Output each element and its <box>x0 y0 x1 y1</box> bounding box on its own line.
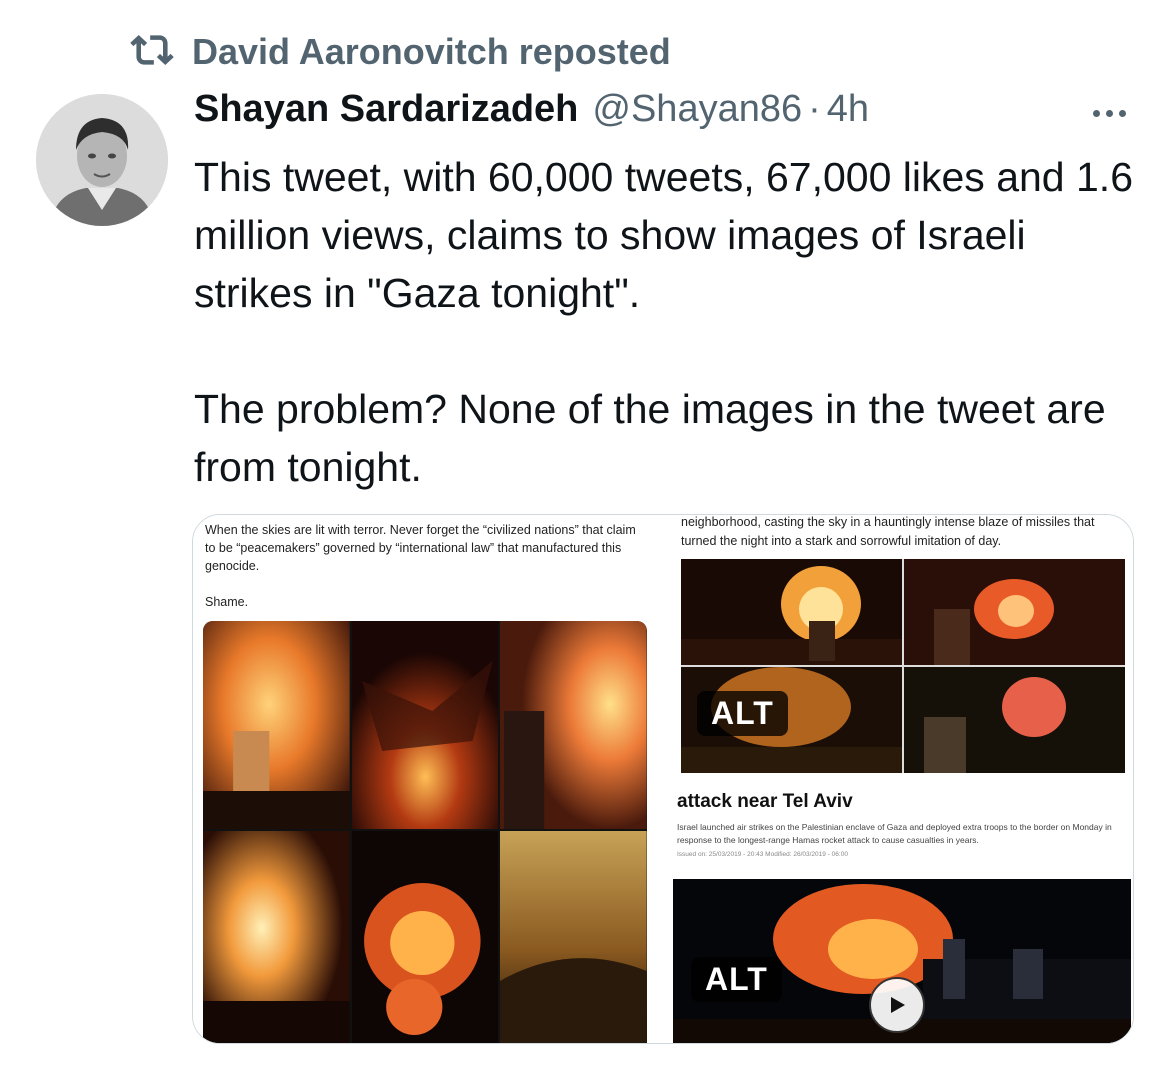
strike-photo-grid <box>681 559 1125 773</box>
strike-photo <box>904 667 1125 773</box>
repost-indicator[interactable]: David Aaronovitch reposted <box>130 28 671 76</box>
alt-text-badge[interactable]: ALT <box>691 957 782 1002</box>
tweet-paragraph-1: This tweet, with 60,000 tweets, 67,000 l… <box>194 154 1133 316</box>
alt-text-badge[interactable]: ALT <box>697 691 788 736</box>
avatar[interactable] <box>36 94 168 226</box>
strike-photo <box>904 559 1125 665</box>
author-name[interactable]: Shayan Sardarizadeh <box>194 88 578 131</box>
strike-photo <box>203 831 350 1043</box>
screenshot-caption: When the skies are lit with terror. Neve… <box>205 523 636 573</box>
separator-dot: · <box>808 88 821 130</box>
media-image-left[interactable]: When the skies are lit with terror. Neve… <box>193 515 655 1043</box>
strike-photo <box>681 559 902 665</box>
media-image-right-top[interactable]: neighborhood, casting the sky in a haunt… <box>669 515 1133 777</box>
more-options-icon[interactable] <box>1084 98 1134 128</box>
strike-photo <box>351 621 499 829</box>
tweet-timestamp[interactable]: 4h <box>827 88 869 131</box>
strike-photo <box>351 831 499 1043</box>
screenshot-caption: neighborhood, casting the sky in a haunt… <box>681 515 1095 548</box>
screenshot-shame-text: Shame. <box>205 595 249 609</box>
tweet-header: Shayan Sardarizadeh @Shayan86 · 4h <box>194 88 869 142</box>
strike-photo <box>500 831 647 1043</box>
play-icon[interactable] <box>869 977 925 1033</box>
tweet-text: This tweet, with 60,000 tweets, 67,000 l… <box>194 148 1154 496</box>
repost-icon <box>130 28 174 77</box>
tweet-paragraph-2: The problem? None of the images in the t… <box>194 386 1106 490</box>
repost-text[interactable]: David Aaronovitch reposted <box>192 31 671 73</box>
strike-photo-grid <box>203 621 647 1043</box>
article-body: Israel launched air strikes on the Pales… <box>677 822 1112 845</box>
article-headline: attack near Tel Aviv <box>677 791 853 812</box>
author-handle[interactable]: @Shayan86 <box>592 88 802 131</box>
media-image-right-bottom[interactable]: attack near Tel Aviv Israel launched air… <box>669 781 1133 1043</box>
strike-photo <box>203 621 350 829</box>
strike-photo <box>500 621 647 829</box>
article-issued-date: Issued on: 25/03/2019 - 20:43 Modified: … <box>677 851 848 858</box>
media-attachment[interactable]: When the skies are lit with terror. Neve… <box>192 514 1134 1044</box>
